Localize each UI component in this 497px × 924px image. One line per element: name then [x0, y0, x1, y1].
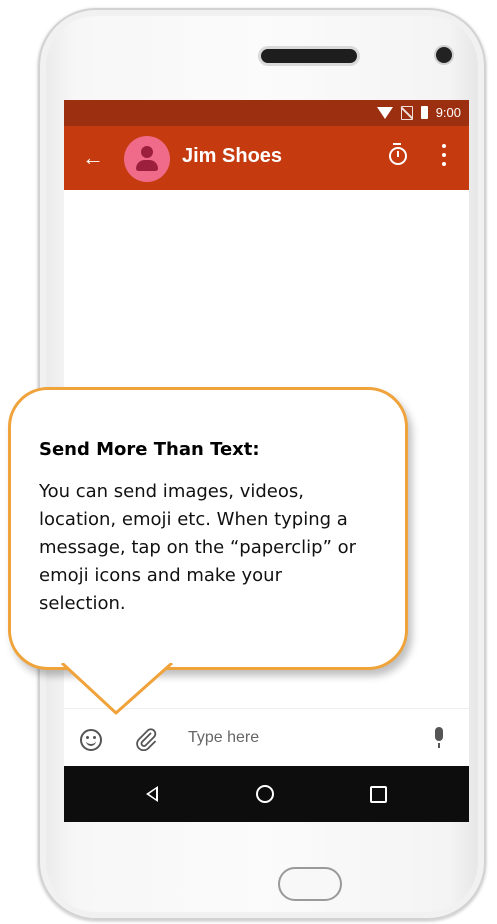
microphone-icon[interactable] [435, 727, 443, 748]
battery-icon [420, 106, 428, 119]
callout-title: Send More Than Text: [39, 439, 260, 460]
physical-home-button[interactable] [278, 867, 342, 901]
callout-body: You can send images, videos, location, e… [39, 481, 357, 614]
more-vert-icon[interactable] [442, 144, 446, 166]
contact-avatar-icon[interactable] [124, 136, 170, 182]
back-arrow-icon[interactable]: ← [82, 144, 104, 172]
status-icons: 9:00 [376, 105, 461, 120]
nav-recent-icon[interactable] [370, 786, 387, 803]
wifi-icon [376, 106, 393, 119]
nav-home-icon[interactable] [256, 785, 274, 803]
front-camera [436, 47, 452, 63]
app-bar: ← Jim Shoes [64, 126, 469, 190]
emoji-icon[interactable] [80, 729, 102, 751]
status-time: 9:00 [435, 105, 461, 120]
timer-icon[interactable] [389, 143, 407, 165]
status-bar: 9:00 [64, 100, 469, 126]
contact-name[interactable]: Jim Shoes [182, 145, 282, 168]
nav-back-icon[interactable] [146, 786, 158, 802]
earpiece-speaker [261, 49, 357, 63]
message-input[interactable]: Type here [188, 729, 259, 747]
callout-pointer-mask [60, 663, 173, 715]
no-sim-icon [400, 105, 413, 120]
paperclip-icon[interactable] [134, 727, 158, 751]
system-nav-bar [64, 766, 469, 822]
